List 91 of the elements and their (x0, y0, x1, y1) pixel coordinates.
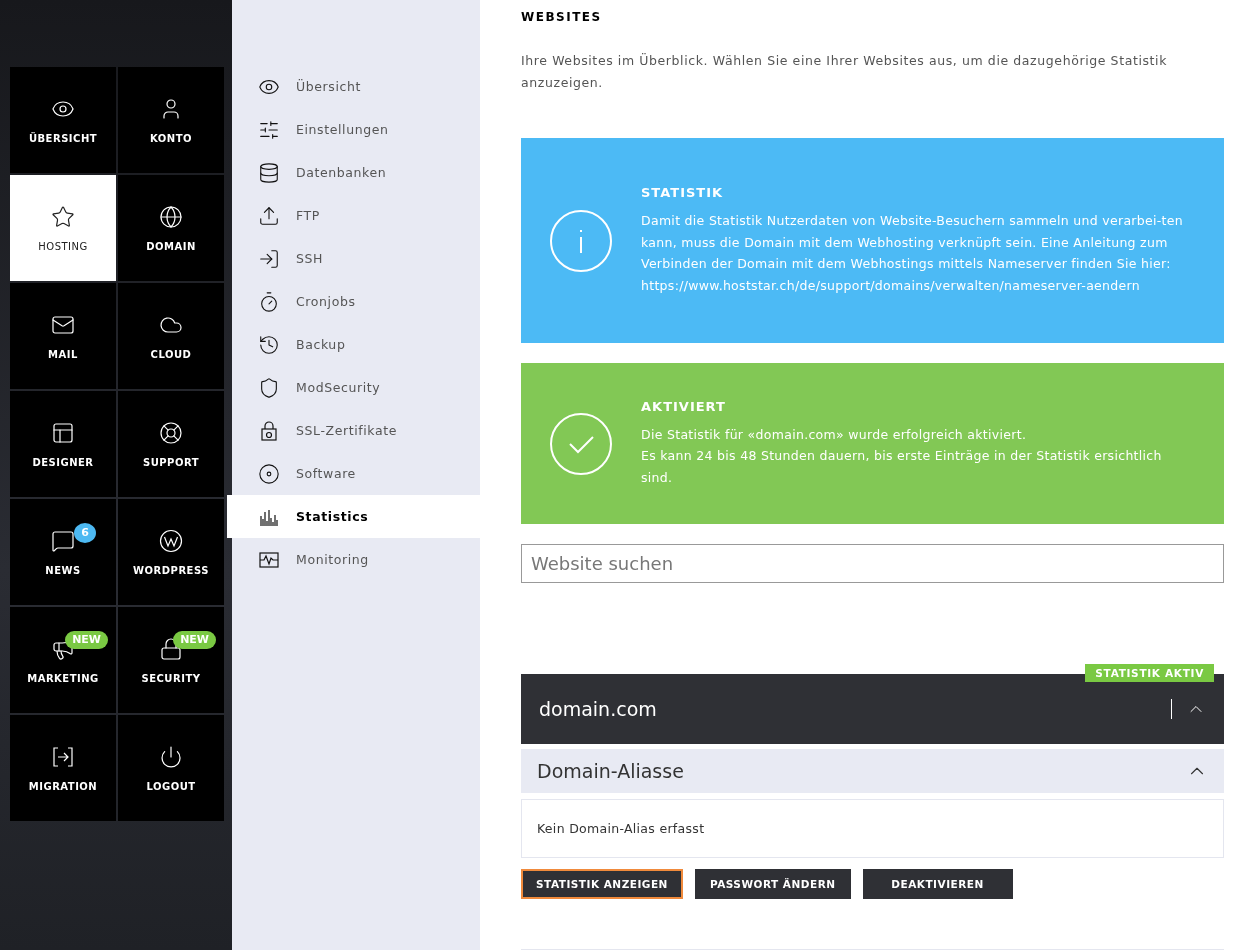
subnav-item[interactable]: Cronjobs (232, 280, 480, 323)
nav-tile[interactable]: CLOUD (118, 283, 224, 389)
search-field[interactable]: Website suchen (521, 544, 1224, 584)
tile-label: SUPPORT (142, 456, 200, 468)
panel-text: Damit die Statistik Nutzerdaten von Website-Besuchern sammeln und verarbei-ten kann, muss die Domain mit dem Webhosting verknüpft sein. Eine Anleitung zum Verbinden der Domain mit dem Webhostings mittels Nameserver finden Sie hier: https://www.hoststar.ch/de/support/domains/verwalten/nameserver-aendern (641, 212, 1184, 295)
tile-label: DESIGNER (32, 456, 94, 468)
nav-tile[interactable]: DESIGNER (10, 391, 116, 497)
subnav-label: Datenbanken (296, 165, 387, 180)
subnav-label: Einstellungen (296, 122, 389, 137)
tile-label: KONTO (150, 132, 192, 144)
subnav-label: SSL-Zertifikate (296, 423, 398, 438)
stopwatch-icon (258, 290, 280, 313)
website-name: domain.com (539, 698, 658, 721)
panel-title: AKTIVIERT (641, 398, 727, 414)
count-badge: 6 (74, 523, 96, 543)
upload-icon (258, 204, 280, 227)
new-badge: NEW (173, 631, 216, 649)
power-icon (159, 744, 183, 769)
tile-label: MAIL (48, 348, 78, 360)
subnav-item[interactable]: Statistics (227, 495, 480, 538)
nav-tile[interactable]: HOSTING (10, 175, 116, 281)
subnav-label: ModSecurity (296, 380, 381, 395)
subnav-label: Software (296, 466, 356, 481)
status-tag: STATISTIK AKTIV (1085, 664, 1214, 683)
action-button[interactable]: DEAKTIVIEREN (862, 869, 1013, 899)
tile-label: MIGRATION (28, 780, 98, 792)
panel-title: STATISTIK (641, 185, 725, 200)
subnav-label: Monitoring (296, 552, 369, 567)
tile-label: ÜBERSICHT (28, 132, 98, 144)
subnav-label: SSH (296, 251, 324, 266)
layout-icon (51, 420, 75, 445)
subnav-item[interactable]: Einstellungen (232, 108, 480, 151)
subnav-item[interactable]: FTP (232, 194, 480, 237)
subnav-label: FTP (296, 208, 320, 223)
nav-tile[interactable]: WORDPRESS (118, 499, 224, 605)
empty-text: Kein Domain-Alias erfasst (537, 821, 705, 837)
star-icon (51, 204, 75, 229)
sliders-icon (258, 118, 280, 141)
tile-label: HOSTING (38, 240, 88, 252)
subnav-item[interactable]: SSH (232, 237, 480, 280)
nav-tile[interactable]: NEW MARKETING (10, 607, 116, 713)
page-heading: WEBSITES (521, 10, 603, 24)
tile-label: DOMAIN (146, 240, 196, 252)
speech-bubble-icon (51, 528, 75, 553)
aliases-title: Domain-Aliasse (537, 760, 685, 783)
check-icon (549, 411, 613, 476)
nav-tile[interactable]: LOGOUT (118, 715, 224, 821)
nav-tile[interactable]: KONTO (118, 67, 224, 173)
tile-label: NEWS (45, 564, 81, 576)
lifebuoy-icon (159, 420, 183, 445)
subnav-item[interactable]: SSL-Zertifikate (232, 409, 480, 452)
nav-tile[interactable]: 6 NEWS (10, 499, 116, 605)
history-icon (258, 333, 280, 356)
login-icon (258, 247, 280, 270)
nav-tile[interactable]: MAIL (10, 283, 116, 389)
tile-label: CLOUD (150, 348, 192, 360)
subnav-label: Übersicht (296, 79, 361, 94)
panel-text: Die Statistik für «domain.com» wurde erfolgreich aktiviert. (641, 425, 1028, 444)
subnav-item[interactable]: Datenbanken (232, 151, 480, 194)
nav-tile[interactable]: ÜBERSICHT (10, 67, 116, 173)
wordpress-icon (159, 528, 183, 553)
subnav-item[interactable]: Software (232, 452, 480, 495)
tile-label: SECURITY (141, 672, 201, 684)
tile-label: MARKETING (27, 672, 99, 684)
nav-tile[interactable]: MIGRATION (10, 715, 116, 821)
intro-text: Ihre Websites im Überblick. Wählen Sie eine Ihrer Websites aus, um die dazugehörige Statistik anzuzeigen. (521, 52, 1168, 92)
info-icon (549, 208, 613, 273)
panel-text: Es kann 24 bis 48 Stunden dauern, bis erste Einträge in der Statistik ersichtlich sind. (641, 447, 1163, 487)
nav-tile[interactable]: SUPPORT (118, 391, 224, 497)
exit-arrow-icon (51, 744, 75, 769)
certificate-lock-icon (258, 419, 280, 442)
subnav-item[interactable]: ModSecurity (232, 366, 480, 409)
subnav-label: Statistics (296, 509, 369, 524)
subnav-label: Cronjobs (296, 294, 356, 309)
globe-icon (159, 204, 183, 229)
tile-label: WORDPRESS (133, 564, 209, 576)
tile-label: LOGOUT (146, 780, 196, 792)
action-button[interactable]: PASSWORT ÄNDERN (694, 869, 851, 899)
action-button[interactable]: STATISTIK ANZEIGEN (521, 869, 683, 899)
new-badge: NEW (65, 631, 108, 649)
aliases-header[interactable]: Domain-Aliasse (521, 749, 1224, 794)
lock-icon (159, 636, 183, 661)
nav-tile[interactable]: NEW SECURITY (118, 607, 224, 713)
subnav-item[interactable]: Monitoring (232, 538, 480, 581)
database-icon (258, 161, 280, 184)
subnav-item[interactable]: Übersicht (232, 65, 480, 108)
nav-tile[interactable]: DOMAIN (118, 175, 224, 281)
disc-icon (258, 462, 280, 485)
subnav-item[interactable]: Backup (232, 323, 480, 366)
subnav-label: Backup (296, 337, 346, 352)
shield-icon (258, 376, 280, 399)
